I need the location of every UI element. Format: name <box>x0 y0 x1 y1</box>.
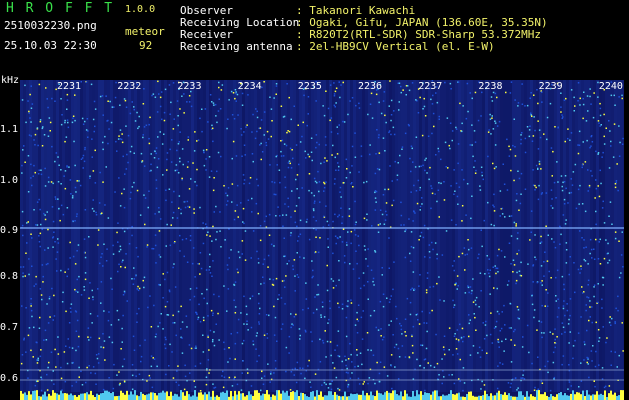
x-tick-label: 2231 <box>57 81 82 92</box>
image-filename: 2510032230.png <box>4 19 97 32</box>
x-tick-label: 2235 <box>297 81 322 92</box>
y-tick-label: 0.7 <box>0 322 19 333</box>
x-tick-label: 2239 <box>538 81 563 92</box>
meteor-count: 92 <box>139 39 153 52</box>
x-tick-label: 2237 <box>418 81 443 92</box>
spectrogram <box>20 80 624 400</box>
mode-label: meteor <box>125 25 165 38</box>
x-tick-label: 2232 <box>117 81 142 92</box>
spectrogram-canvas <box>20 80 624 400</box>
x-tick-label: 2240 <box>598 81 623 92</box>
y-tick-label: 1.1 <box>0 124 19 135</box>
x-tick-label: 2236 <box>358 81 383 92</box>
y-tick-label: 0.9 <box>0 225 19 236</box>
x-tick-label: 2233 <box>177 81 202 92</box>
y-axis-unit: kHz <box>1 75 20 86</box>
antenna-label: Receiving antenna <box>180 40 293 53</box>
y-tick-label: 0.8 <box>0 271 19 282</box>
header-panel: H R O F F T 1.0.0 2510032230.png meteor … <box>0 0 629 80</box>
antenna-value: : 2el-HB9CV Vertical (el. E-W) <box>296 40 495 53</box>
capture-datetime: 25.10.03 22:30 <box>4 39 97 52</box>
app-version: 1.0.0 <box>125 4 156 15</box>
y-tick-label: 0.6 <box>0 373 19 384</box>
y-tick-label: 1.0 <box>0 175 19 186</box>
x-tick-label: 2238 <box>478 81 503 92</box>
x-tick-label: 2234 <box>237 81 262 92</box>
app-brand: H R O F F T <box>6 1 115 16</box>
